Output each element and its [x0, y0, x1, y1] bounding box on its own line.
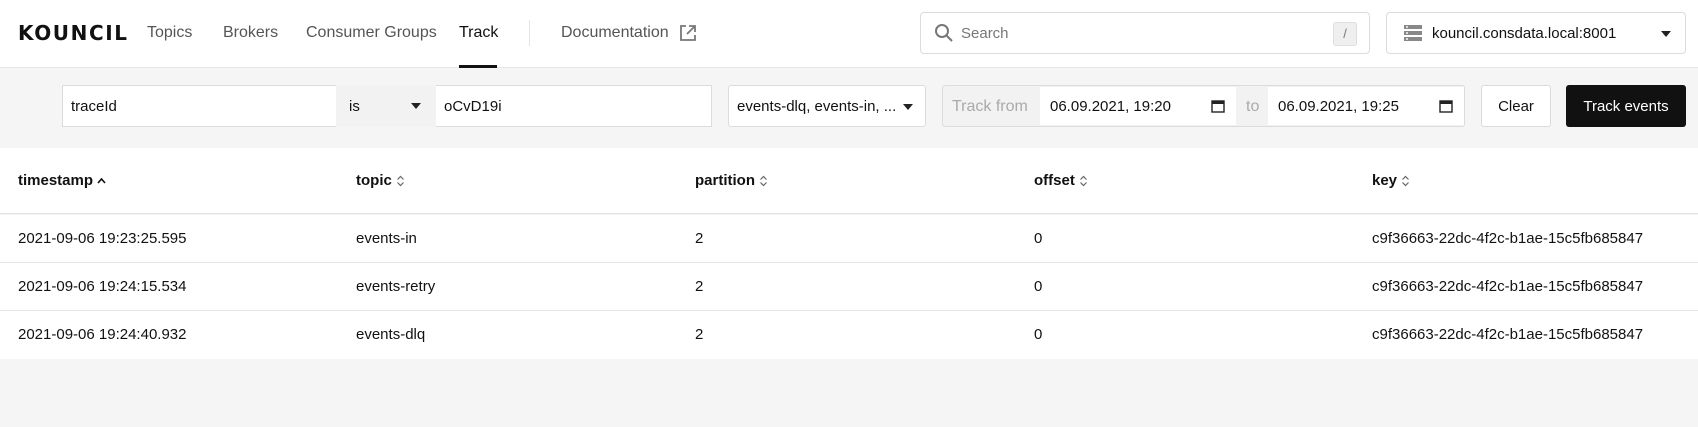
- cell-partition: 2: [695, 230, 704, 247]
- track-events-button[interactable]: Track events: [1566, 85, 1686, 127]
- column-header-partition[interactable]: partition: [695, 172, 768, 189]
- date-range: Track from 06.09.2021, 19:20 to 06.09.20…: [942, 85, 1465, 127]
- top-navigation: KOUNCIL Topics Brokers Consumer Groups T…: [0, 0, 1698, 68]
- cell-topic: events-retry: [356, 278, 436, 295]
- cell-key: c9f36663-22dc-4f2c-b1ae-15c5fb685847: [1372, 278, 1644, 295]
- cell-timestamp: 2021-09-06 19:24:15.534: [18, 278, 187, 295]
- column-header-timestamp[interactable]: timestamp: [18, 172, 106, 189]
- active-tab-indicator: [459, 65, 497, 68]
- chevron-down-icon: [903, 104, 913, 110]
- column-header-label: timestamp: [18, 172, 94, 189]
- date-to-value: 06.09.2021, 19:25: [1278, 98, 1399, 115]
- value-input[interactable]: [436, 86, 711, 126]
- cell-offset: 0: [1034, 326, 1043, 343]
- cell-timestamp: 2021-09-06 19:23:25.595: [18, 230, 187, 247]
- clear-button[interactable]: Clear: [1481, 85, 1551, 127]
- sort-icon: [760, 175, 767, 186]
- nav-consumer-groups[interactable]: Consumer Groups: [306, 24, 437, 42]
- search-shortcut-key: /: [1333, 22, 1357, 46]
- track-from-label: Track from: [952, 98, 1028, 115]
- column-header-label: partition: [695, 172, 755, 189]
- cell-key: c9f36663-22dc-4f2c-b1ae-15c5fb685847: [1372, 230, 1644, 247]
- calendar-icon[interactable]: [1211, 99, 1225, 113]
- sort-asc-icon: [97, 177, 106, 184]
- sort-icon: [1402, 175, 1409, 186]
- field-input-wrapper: [62, 85, 337, 127]
- column-header-topic[interactable]: topic: [356, 172, 405, 189]
- field-input[interactable]: [63, 86, 337, 126]
- sort-icon: [1079, 175, 1087, 186]
- cell-key: c9f36663-22dc-4f2c-b1ae-15c5fb685847: [1372, 326, 1644, 343]
- topics-select[interactable]: events-dlq, events-in, ...: [728, 85, 926, 127]
- to-label: to: [1246, 98, 1260, 115]
- chevron-down-icon: [1661, 31, 1671, 37]
- external-link-icon[interactable]: [678, 23, 698, 43]
- nav-track[interactable]: Track: [459, 24, 498, 42]
- nav-divider: [529, 20, 530, 46]
- date-from-value: 06.09.2021, 19:20: [1050, 98, 1171, 115]
- nav-brokers[interactable]: Brokers: [223, 24, 278, 42]
- calendar-icon[interactable]: [1439, 99, 1453, 113]
- column-header-key[interactable]: key: [1372, 172, 1410, 189]
- cell-topic: events-dlq: [356, 326, 426, 343]
- search-box[interactable]: /: [920, 12, 1370, 54]
- nav-topics[interactable]: Topics: [147, 24, 192, 42]
- value-input-wrapper: [436, 85, 712, 127]
- column-header-label: key: [1372, 172, 1398, 189]
- table-row[interactable]: 2021-09-06 19:24:40.932 events-dlq 2 0 c…: [0, 311, 1698, 359]
- table-header: timestamp topic partition offset key: [0, 148, 1698, 214]
- server-icon: [1404, 25, 1422, 41]
- date-from-input[interactable]: 06.09.2021, 19:20: [1040, 87, 1236, 125]
- column-header-label: topic: [356, 172, 392, 189]
- operator-select-value: is: [349, 98, 360, 115]
- cell-partition: 2: [695, 326, 704, 343]
- date-to-input[interactable]: 06.09.2021, 19:25: [1268, 87, 1464, 125]
- search-input[interactable]: [961, 13, 1331, 53]
- column-header-label: offset: [1034, 172, 1075, 189]
- app-logo[interactable]: KOUNCIL: [18, 21, 129, 45]
- table-row[interactable]: 2021-09-06 19:24:15.534 events-retry 2 0…: [0, 263, 1698, 311]
- operator-select[interactable]: is: [336, 85, 436, 127]
- sort-icon: [396, 175, 404, 186]
- chevron-down-icon: [411, 103, 421, 109]
- nav-documentation[interactable]: Documentation: [561, 24, 669, 42]
- column-header-offset[interactable]: offset: [1034, 172, 1088, 189]
- topics-select-value: events-dlq, events-in, ...: [737, 98, 897, 115]
- cell-offset: 0: [1034, 230, 1043, 247]
- search-icon: [935, 24, 953, 42]
- cell-timestamp: 2021-09-06 19:24:40.932: [18, 326, 187, 343]
- cluster-select-value: kouncil.consdata.local:8001: [1432, 25, 1617, 42]
- cell-offset: 0: [1034, 278, 1043, 295]
- cell-partition: 2: [695, 278, 704, 295]
- table-row[interactable]: 2021-09-06 19:23:25.595 events-in 2 0 c9…: [0, 215, 1698, 263]
- cell-topic: events-in: [356, 230, 417, 247]
- cluster-select[interactable]: kouncil.consdata.local:8001: [1386, 12, 1686, 54]
